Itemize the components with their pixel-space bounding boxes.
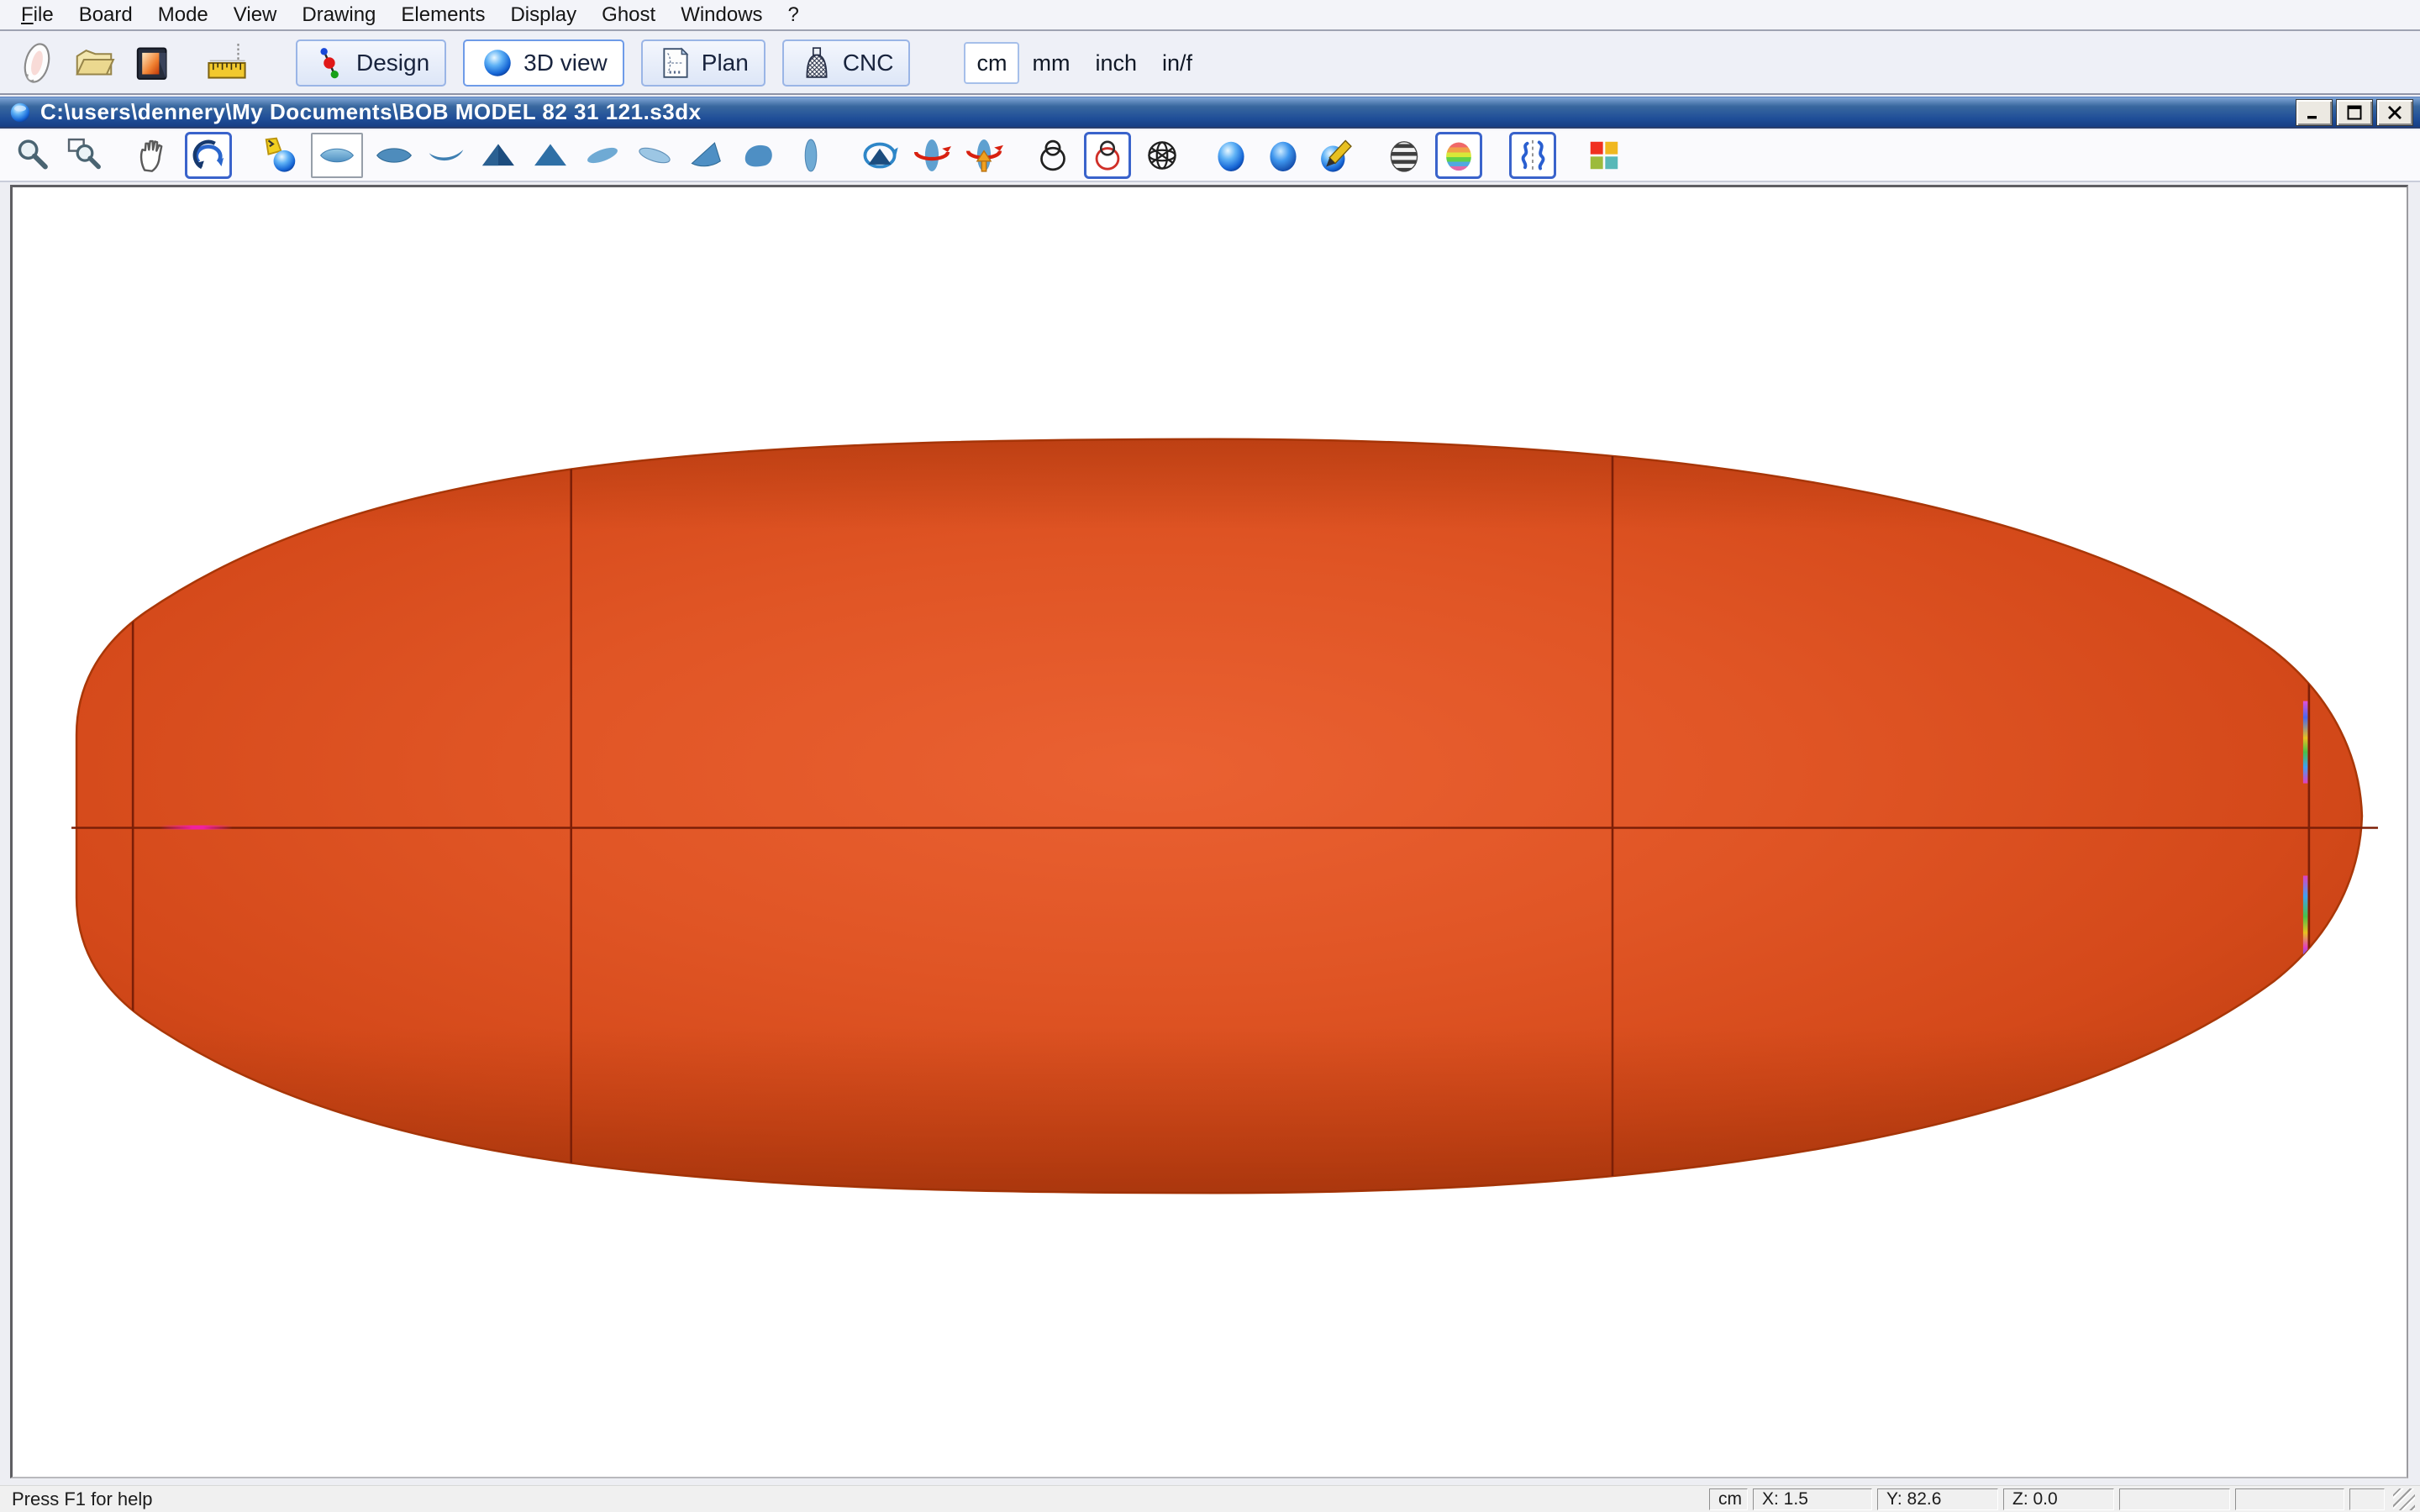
- view-three-quarter-icon[interactable]: [686, 134, 728, 176]
- window-controls: [2296, 99, 2413, 126]
- status-x-coordinate: X: 1.5: [1753, 1488, 1872, 1510]
- stripes-sphere-icon[interactable]: [1383, 134, 1425, 176]
- sphere-icon: [480, 45, 515, 81]
- menu-file[interactable]: File: [8, 0, 66, 29]
- document-title: C:\users\dennery\My Documents\BOB MODEL …: [40, 99, 702, 125]
- status-help-text: Press F1 for help: [5, 1488, 153, 1510]
- view-front-icon[interactable]: [529, 134, 571, 176]
- plan-mode-button[interactable]: Plan: [641, 39, 765, 87]
- wireframe-red-icon[interactable]: [1084, 132, 1131, 179]
- unit-mm[interactable]: mm: [1019, 42, 1082, 84]
- maximize-button[interactable]: [2336, 99, 2373, 126]
- status-z-coordinate: Z: 0.0: [2003, 1488, 2114, 1510]
- rainbow-sphere-icon[interactable]: [1435, 132, 1482, 179]
- close-icon: [2386, 103, 2404, 122]
- light-icon[interactable]: [259, 134, 301, 176]
- spin-board-icon[interactable]: [911, 134, 953, 176]
- view-front-dark-icon[interactable]: [477, 134, 519, 176]
- control-points-icon: [313, 45, 348, 81]
- close-button[interactable]: [2376, 99, 2413, 126]
- plan-sheet-icon: [658, 45, 693, 81]
- unit-selector: cm mm inch in/f: [964, 42, 1205, 84]
- zoom-window-icon[interactable]: [64, 134, 106, 176]
- view-top-icon[interactable]: [311, 133, 363, 178]
- board-3d-viewport[interactable]: [10, 185, 2408, 1478]
- 3d-view-mode-button[interactable]: 3D view: [463, 39, 624, 87]
- resize-grip[interactable]: [2393, 1488, 2415, 1510]
- view-tilted-b-icon[interactable]: [634, 134, 676, 176]
- spin-board-arrow-icon[interactable]: [963, 134, 1005, 176]
- save-icon[interactable]: [124, 37, 178, 89]
- view-tilted-a-icon[interactable]: [581, 134, 623, 176]
- menu-board[interactable]: Board: [66, 0, 145, 29]
- menu-ghost[interactable]: Ghost: [589, 0, 668, 29]
- flip-horizontal-icon[interactable]: [859, 134, 901, 176]
- nose-highlight-mark: [160, 826, 232, 830]
- view-thin-icon[interactable]: [790, 134, 832, 176]
- ruler-icon[interactable]: [200, 37, 254, 89]
- wireframe-globe-icon[interactable]: [1141, 134, 1183, 176]
- maximize-icon: [2345, 103, 2364, 122]
- unit-inch[interactable]: inch: [1082, 42, 1150, 84]
- plan-mode-label: Plan: [702, 50, 749, 76]
- document-titlebar[interactable]: C:\users\dennery\My Documents\BOB MODEL …: [0, 97, 2420, 129]
- menu-elements[interactable]: Elements: [388, 0, 497, 29]
- status-bar: Press F1 for help cm X: 1.5 Y: 82.6 Z: 0…: [0, 1485, 2420, 1512]
- design-mode-label: Design: [356, 50, 429, 76]
- minimize-button[interactable]: [2296, 99, 2333, 126]
- smooth-sphere-icon[interactable]: [1262, 134, 1304, 176]
- view-toolbar: [0, 130, 2420, 182]
- wireframe-icon[interactable]: [1032, 134, 1074, 176]
- status-unit: cm: [1709, 1488, 1748, 1510]
- pan-hand-icon[interactable]: [133, 134, 175, 176]
- milling-bit-icon: [799, 45, 834, 81]
- app-sphere-icon: [8, 101, 32, 124]
- 3d-view-mode-label: 3D view: [523, 50, 608, 76]
- main-toolbar: Design 3D view Plan CNC cm mm inch in/f: [0, 33, 2420, 95]
- menu-bar: File Board Mode View Drawing Elements Di…: [0, 0, 2420, 31]
- symmetry-curves-icon[interactable]: [1509, 132, 1556, 179]
- blank-shaper-icon[interactable]: [10, 37, 64, 89]
- unit-cm[interactable]: cm: [964, 42, 1019, 84]
- status-empty-panel: [2235, 1488, 2344, 1510]
- status-empty-panel: [2349, 1488, 2385, 1510]
- open-folder-icon[interactable]: [67, 37, 121, 89]
- unit-inf[interactable]: in/f: [1150, 42, 1205, 84]
- status-coordinates: cm X: 1.5 Y: 82.6 Z: 0.0: [1709, 1488, 2415, 1510]
- menu-windows[interactable]: Windows: [668, 0, 775, 29]
- status-y-coordinate: Y: 82.6: [1877, 1488, 1998, 1510]
- menu-view[interactable]: View: [221, 0, 290, 29]
- status-empty-panel: [2119, 1488, 2230, 1510]
- minimize-icon: [2305, 103, 2323, 122]
- canvas-zone: [0, 182, 2420, 1485]
- menu-mode[interactable]: Mode: [145, 0, 221, 29]
- application-window: File Board Mode View Drawing Elements Di…: [0, 0, 2420, 1512]
- view-rocker-icon[interactable]: [425, 134, 467, 176]
- surfboard-3d-render: [13, 187, 2407, 1477]
- paint-sphere-icon[interactable]: [1314, 134, 1356, 176]
- menu-help[interactable]: ?: [776, 0, 812, 29]
- design-mode-button[interactable]: Design: [296, 39, 446, 87]
- view-blob-icon[interactable]: [738, 134, 780, 176]
- zoom-icon[interactable]: [12, 134, 54, 176]
- cnc-mode-label: CNC: [843, 50, 894, 76]
- shaded-sphere-icon[interactable]: [1210, 134, 1252, 176]
- menu-drawing[interactable]: Drawing: [289, 0, 388, 29]
- rotate-3d-icon[interactable]: [185, 132, 232, 179]
- color-squares-icon[interactable]: [1583, 134, 1625, 176]
- cnc-mode-button[interactable]: CNC: [782, 39, 911, 87]
- menu-display[interactable]: Display: [497, 0, 589, 29]
- view-bottom-icon[interactable]: [373, 134, 415, 176]
